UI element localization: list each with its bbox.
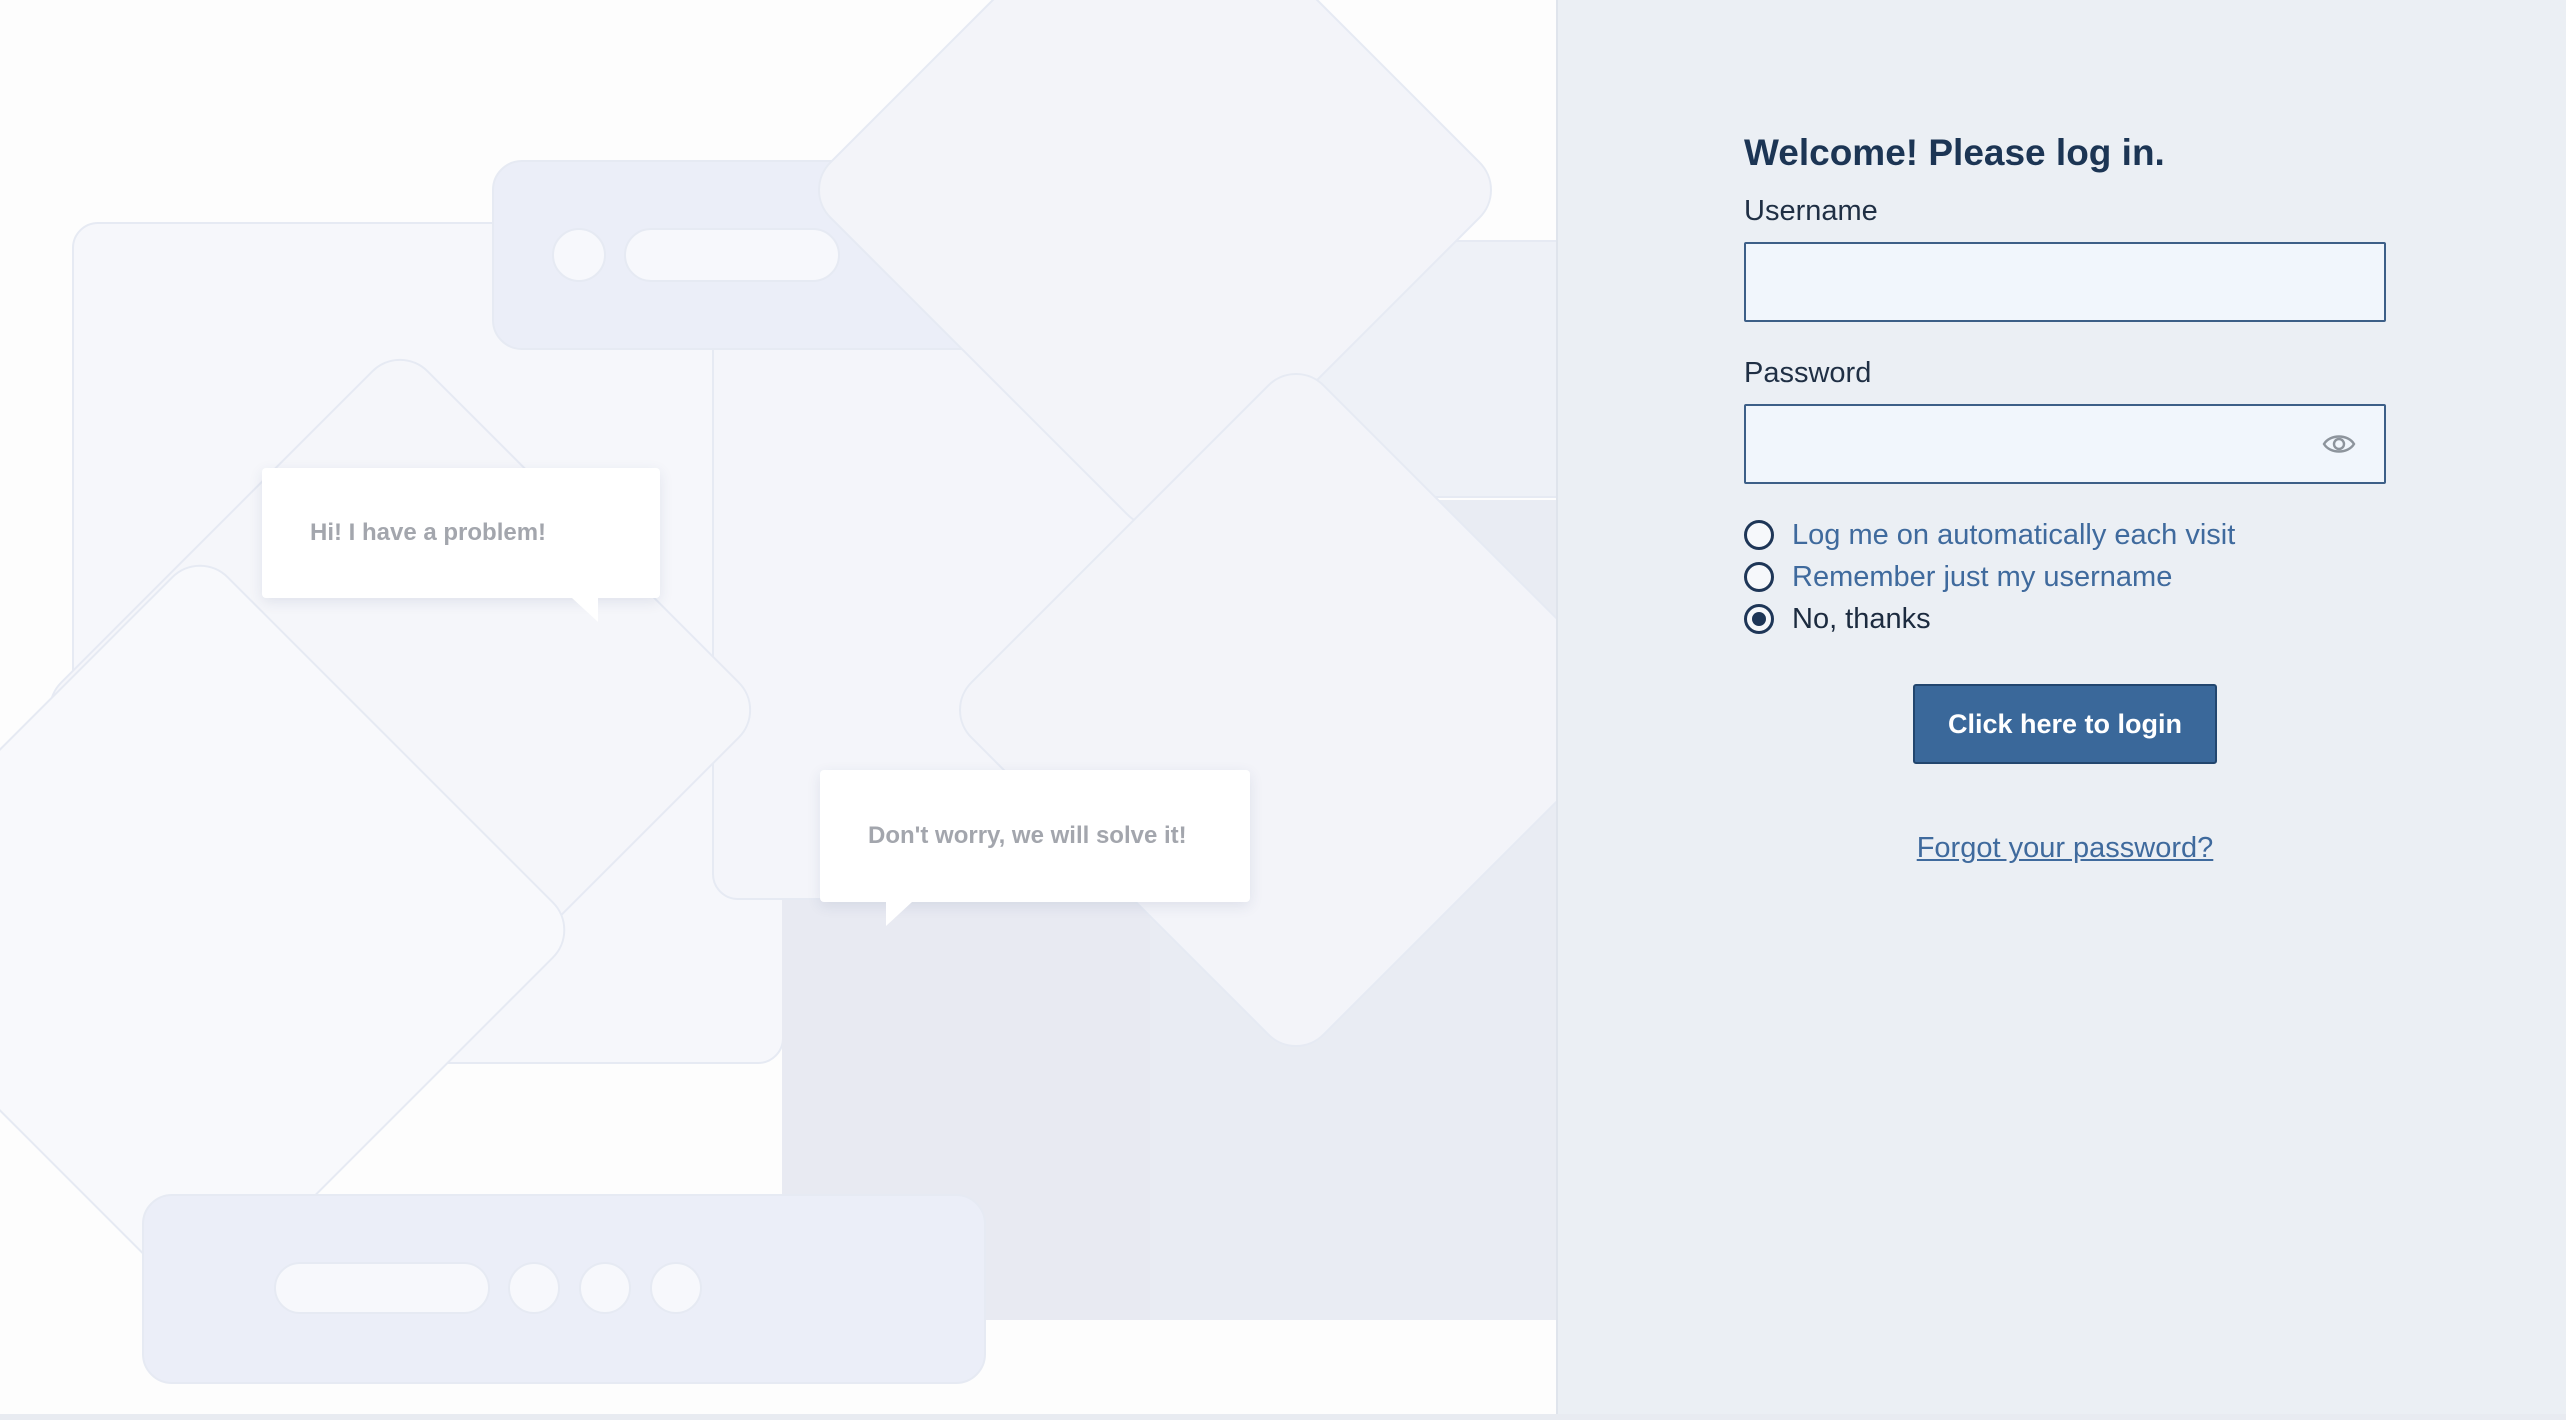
speech-bubble-problem: Hi! I have a problem! — [262, 468, 660, 622]
password-field-wrap — [1744, 404, 2386, 484]
page-title: Welcome! Please log in. — [1744, 132, 2165, 173]
speech-bubble-tail — [886, 902, 912, 926]
radio-button[interactable] — [1744, 562, 1774, 592]
bottom-strip — [0, 1414, 2566, 1420]
eye-icon[interactable] — [2322, 428, 2356, 460]
login-options: Log me on automatically each visit Remem… — [1744, 514, 2386, 640]
radio-remember-username[interactable]: Remember just my username — [1744, 556, 2386, 598]
illustration-dot — [508, 1262, 560, 1314]
password-label: Password — [1744, 357, 1872, 389]
radio-button[interactable] — [1744, 604, 1774, 634]
illustration-footer-card — [142, 1194, 986, 1384]
forgot-password-link[interactable]: Forgot your password? — [1744, 832, 2386, 865]
speech-bubble-solution: Don't worry, we will solve it! — [820, 770, 1250, 926]
illustration-pill — [274, 1262, 490, 1314]
radio-auto-login[interactable]: Log me on automatically each visit — [1744, 514, 2386, 556]
login-panel: Welcome! Please log in. Username Passwor… — [1556, 0, 2566, 1414]
radio-no-thanks[interactable]: No, thanks — [1744, 598, 2386, 640]
illustration-dot — [552, 228, 606, 282]
password-input[interactable] — [1744, 404, 2386, 484]
illustration-dot — [579, 1262, 631, 1314]
radio-label: Remember just my username — [1792, 560, 2173, 593]
speech-bubble-text: Hi! I have a problem! — [310, 519, 547, 546]
login-form: Welcome! Please log in. Username Passwor… — [1744, 128, 2386, 865]
speech-bubble-text: Don't worry, we will solve it! — [868, 822, 1187, 849]
radio-label: Log me on automatically each visit — [1792, 518, 2236, 551]
login-button[interactable]: Click here to login — [1913, 684, 2217, 764]
illustration-dot — [650, 1262, 702, 1314]
username-field-wrap — [1744, 242, 2386, 322]
username-input[interactable] — [1744, 242, 2386, 322]
illustration-pill — [624, 228, 840, 282]
radio-label: No, thanks — [1792, 602, 1931, 635]
speech-bubble-tail — [572, 598, 598, 622]
background-illustration: Hi! I have a problem! Don't worry, we wi… — [0, 0, 1556, 1414]
username-label: Username — [1744, 195, 1878, 227]
radio-button[interactable] — [1744, 520, 1774, 550]
